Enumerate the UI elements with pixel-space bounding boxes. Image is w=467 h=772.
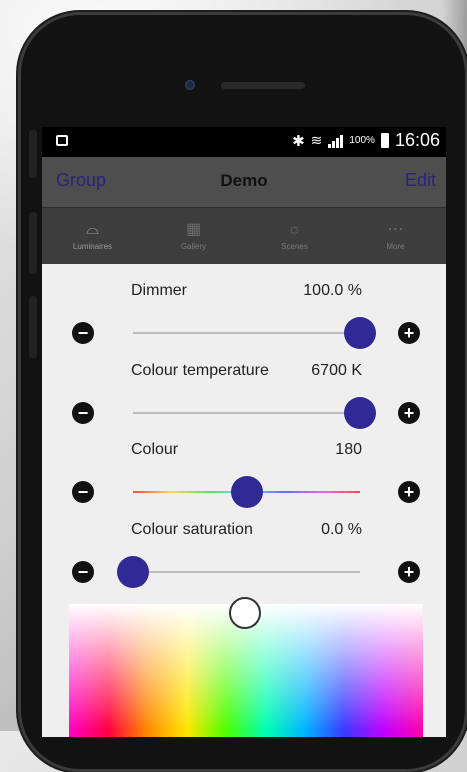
dimmer-decrease-button[interactable]: − — [72, 322, 94, 344]
app-header: Group Demo Edit — [42, 157, 446, 207]
signal-icon — [328, 134, 344, 148]
edit-button[interactable]: Edit — [405, 170, 436, 191]
dimmer-thumb[interactable] — [344, 317, 376, 349]
colour-saturation-control: Colour saturation 0.0 % − + — [42, 521, 446, 601]
colour-temperature-decrease-button[interactable]: − — [72, 402, 94, 424]
status-icons: ✱ ≋ 100% 16:06 — [292, 130, 440, 151]
colour-decrease-button[interactable]: − — [72, 481, 94, 503]
dimmer-label: Dimmer — [131, 282, 187, 299]
front-camera — [185, 80, 195, 90]
dimmer-track[interactable] — [133, 332, 360, 334]
battery-icon — [380, 133, 389, 148]
battery-percent: 100% — [349, 135, 375, 146]
colour-value: 180 — [335, 441, 362, 458]
wifi-icon: ≋ — [310, 132, 323, 148]
more-icon: ⋯ — [387, 220, 404, 238]
tab-label: Gallery — [180, 241, 207, 251]
colour-saturation-thumb[interactable] — [117, 556, 149, 588]
colour-label: Colour — [131, 441, 179, 458]
tab-bar: ⌓ Luminaires ▦ Gallery ☼ Scenes ⋯ More — [42, 207, 446, 264]
colour-saturation-label: Colour saturation — [131, 521, 253, 538]
tab-label: Luminaires — [72, 241, 113, 251]
colour-saturation-value: 0.0 % — [321, 521, 362, 538]
colour-temperature-track[interactable] — [133, 412, 360, 414]
grid-icon: ▦ — [185, 220, 202, 238]
tab-scenes[interactable]: ☼ Scenes — [244, 208, 345, 264]
colour-temperature-control: Colour temperature 6700 K − + — [42, 362, 446, 442]
tab-gallery[interactable]: ▦ Gallery — [143, 208, 244, 264]
colour-temperature-label: Colour temperature — [131, 362, 269, 379]
colour-increase-button[interactable]: + — [398, 481, 420, 503]
colour-thumb[interactable] — [230, 476, 263, 508]
colour-saturation-decrease-button[interactable]: − — [72, 561, 94, 583]
luminaire-controls: Dimmer 100.0 % − + Colour temperature 67… — [42, 264, 446, 737]
phone-screen: ✱ ≋ 100% 16:06 Group Demo Edit ⌓ Luminai… — [42, 127, 446, 737]
dimmer-control: Dimmer 100.0 % − + — [42, 282, 446, 362]
page-title: Demo — [220, 171, 268, 190]
phone-volume-up — [29, 212, 37, 274]
colour-temperature-increase-button[interactable]: + — [398, 402, 420, 424]
dimmer-increase-button[interactable]: + — [398, 322, 420, 344]
phone-side-button — [29, 130, 37, 178]
screenshot-icon — [56, 135, 68, 146]
colour-saturation-track[interactable] — [133, 571, 360, 573]
earpiece — [221, 82, 305, 89]
status-bar: ✱ ≋ 100% 16:06 — [42, 127, 446, 157]
tab-luminaires[interactable]: ⌓ Luminaires — [42, 208, 143, 264]
colour-saturation-increase-button[interactable]: + — [398, 561, 420, 583]
dimmer-value: 100.0 % — [303, 282, 362, 299]
colour-temperature-value: 6700 K — [311, 362, 362, 379]
sun-icon: ☼ — [287, 220, 302, 238]
colour-control: Colour 180 − + — [42, 441, 446, 521]
phone-volume-down — [29, 296, 37, 358]
tab-label: More — [386, 241, 405, 251]
tab-more[interactable]: ⋯ More — [345, 208, 446, 264]
colour-temperature-thumb[interactable] — [344, 397, 376, 429]
status-time: 16:06 — [394, 130, 440, 150]
bluetooth-icon: ✱ — [292, 132, 305, 150]
luminaire-icon: ⌓ — [86, 220, 99, 238]
colour-picker-handle[interactable] — [229, 597, 261, 629]
tab-label: Scenes — [281, 241, 308, 251]
